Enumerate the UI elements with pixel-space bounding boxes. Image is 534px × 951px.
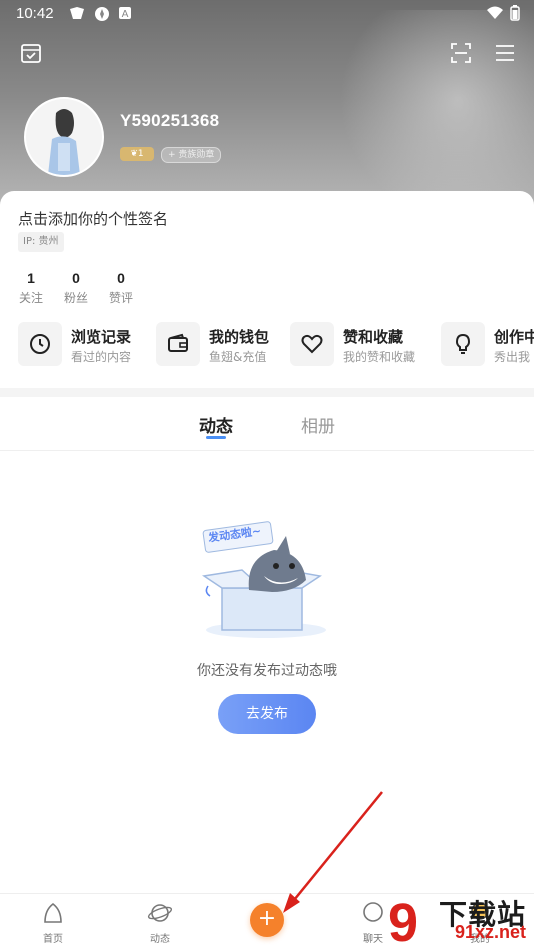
stat-fans[interactable]: 0 粉丝: [61, 270, 91, 306]
stat-following[interactable]: 1 关注: [16, 270, 46, 306]
wallet-icon: [156, 322, 200, 366]
a-letter-icon: A: [119, 7, 131, 20]
quick-action-subtitle: 我的赞和收藏: [343, 350, 416, 364]
avatar-photo: [26, 99, 102, 175]
tab-active-indicator: [206, 436, 226, 439]
svg-text:A: A: [122, 9, 129, 20]
tab-divider: [0, 450, 534, 451]
quick-action-history[interactable]: 浏览记录 看过的内容: [18, 322, 148, 370]
quick-action-wallet[interactable]: 我的钱包 鱼翅&充值: [156, 322, 286, 370]
notification-icons: A: [68, 6, 132, 22]
stat-value: 0: [72, 270, 80, 286]
status-bar: 10:42 A: [0, 0, 534, 28]
home-icon: [44, 902, 62, 923]
wifi-icon: [487, 6, 503, 19]
quick-action-title: 创作中: [494, 328, 534, 346]
quick-action-subtitle: 秀出我: [494, 350, 531, 364]
publish-button[interactable]: 去发布: [218, 694, 316, 734]
stat-label: 粉丝: [63, 291, 88, 305]
stat-likes[interactable]: 0 赞评: [106, 270, 136, 306]
quick-action-subtitle: 鱼翅&充值: [209, 350, 267, 364]
svg-text:9: 9: [388, 893, 418, 949]
heart-icon: [290, 322, 334, 366]
status-time: 10:42: [16, 5, 54, 22]
level-badge[interactable]: ❦1: [120, 147, 154, 161]
ip-location-tag: IP: 贵州: [18, 232, 64, 252]
create-post-fab[interactable]: +: [250, 903, 284, 937]
quick-action-creation[interactable]: 创作中 秀出我: [441, 322, 534, 370]
clock-icon: [18, 322, 62, 366]
quick-action-subtitle: 看过的内容: [71, 350, 132, 364]
empty-state-message: 你还没有发布过动态哦: [197, 663, 337, 679]
medal-badge[interactable]: + 贵族勋章: [161, 147, 222, 163]
bulb-icon: [441, 322, 485, 366]
signature[interactable]: 点击添加你的个性签名: [18, 208, 168, 229]
tab-album[interactable]: 相册: [301, 412, 335, 437]
nav-item-home[interactable]: 首页: [33, 902, 73, 945]
tab-posts[interactable]: 动态: [199, 412, 233, 437]
avatar[interactable]: [24, 97, 104, 177]
quick-action-title: 我的钱包: [209, 328, 270, 346]
username: Y590251368: [120, 111, 220, 130]
section-divider: [0, 388, 534, 397]
system-status-icons: [486, 5, 520, 21]
nav-item-moments[interactable]: 动态: [140, 902, 180, 945]
chat-icon: [363, 902, 383, 922]
nav-label: 首页: [43, 934, 63, 945]
compass-icon: [95, 7, 109, 21]
stat-value: 1: [27, 270, 35, 286]
app-notification-icon: [70, 7, 84, 19]
quick-action-title: 浏览记录: [71, 328, 132, 346]
stat-label: 关注: [18, 291, 43, 305]
planet-icon: [147, 904, 173, 922]
quick-action-title: 赞和收藏: [343, 328, 404, 346]
stat-label: 赞评: [108, 291, 133, 305]
battery-icon: [510, 5, 520, 21]
quick-action-favorites[interactable]: 赞和收藏 我的赞和收藏: [290, 322, 430, 370]
level-value: 1: [137, 149, 144, 159]
watermark-logo: 9: [388, 893, 418, 949]
stat-value: 0: [117, 270, 125, 286]
scan-icon[interactable]: [450, 42, 472, 64]
watermark-url: 91xz.net: [454, 922, 526, 942]
checkin-calendar-icon[interactable]: [20, 42, 42, 64]
menu-icon[interactable]: [494, 42, 516, 64]
nav-label: 动态: [150, 934, 170, 945]
